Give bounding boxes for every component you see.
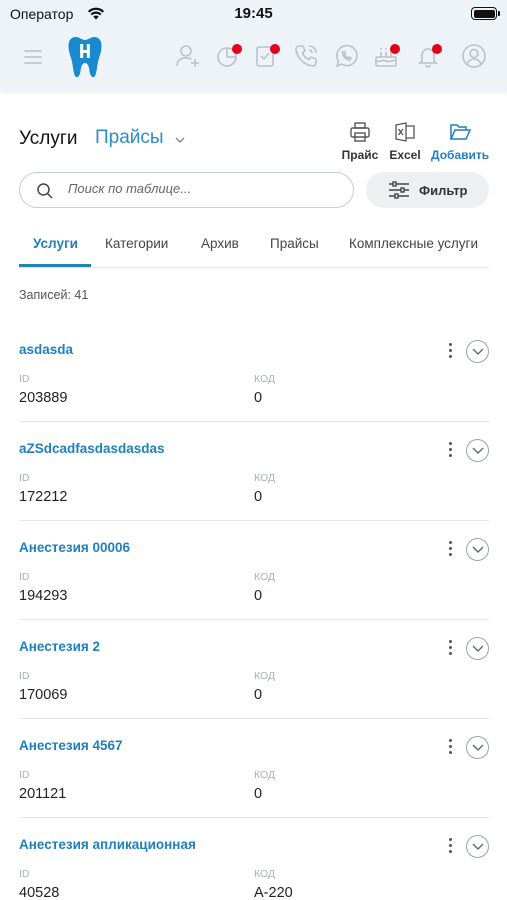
more-vertical-icon[interactable] <box>445 640 455 658</box>
tab-complex-services[interactable]: Комплексные услуги <box>349 236 478 251</box>
id-value: 194293 <box>19 588 68 604</box>
active-tab-indicator <box>19 264 91 267</box>
tab-services[interactable]: Услуги <box>33 236 78 251</box>
printer-icon <box>341 120 379 144</box>
list-item: Анестезия 4567 ID 201121 КОД 0 <box>19 719 489 818</box>
code-label: КОД <box>254 670 276 682</box>
tab-archive[interactable]: Архив <box>201 236 239 251</box>
tab-categories[interactable]: Категории <box>105 236 168 251</box>
id-label: ID <box>19 769 30 781</box>
more-vertical-icon[interactable] <box>445 541 455 559</box>
add-user-icon[interactable] <box>174 42 202 70</box>
expand-chevron-icon[interactable] <box>466 538 489 561</box>
add-label: Добавить <box>431 148 490 162</box>
expand-chevron-icon[interactable] <box>466 736 489 759</box>
service-name-link[interactable]: Анестезия 2 <box>19 639 100 654</box>
add-button[interactable]: Добавить <box>431 120 489 162</box>
code-label: КОД <box>254 868 276 880</box>
records-count: Записей: 41 <box>19 288 89 302</box>
id-label: ID <box>19 373 30 385</box>
code-value: 0 <box>254 489 263 505</box>
id-label: ID <box>19 571 30 583</box>
folder-open-icon <box>431 120 489 144</box>
expand-chevron-icon[interactable] <box>466 835 489 858</box>
tab-bar: Услуги Категории Архив Прайсы Комплексны… <box>19 228 489 268</box>
service-list: asdasda ID 203889 КОД 0 aZSdcadfasdasdas… <box>19 323 489 900</box>
tab-prices[interactable]: Прайсы <box>270 236 319 251</box>
excel-icon <box>388 120 422 144</box>
list-item: Анестезия 00006 ID 194293 КОД 0 <box>19 521 489 620</box>
tooth-logo[interactable] <box>68 36 102 83</box>
more-vertical-icon[interactable] <box>445 739 455 757</box>
notification-dot <box>390 44 400 54</box>
excel-button[interactable]: Excel <box>388 120 422 162</box>
list-item: Анестезия апликационная ID 40528 КОД A-2… <box>19 818 489 900</box>
list-item: asdasda ID 203889 КОД 0 <box>19 323 489 422</box>
id-label: ID <box>19 472 30 484</box>
more-vertical-icon[interactable] <box>445 442 455 460</box>
service-name-link[interactable]: Анестезия апликационная <box>19 837 196 852</box>
phone-icon[interactable] <box>292 42 320 70</box>
service-name-link[interactable]: Анестезия 4567 <box>19 738 123 753</box>
filter-button[interactable]: Фильтр <box>366 172 489 208</box>
price-list-selector[interactable]: Прайсы <box>95 127 185 149</box>
filter-sliders-icon <box>388 181 410 204</box>
expand-chevron-icon[interactable] <box>466 340 489 363</box>
code-label: КОД <box>254 373 276 385</box>
search-icon <box>36 182 54 205</box>
birthday-icon[interactable] <box>372 42 400 70</box>
search-input[interactable] <box>68 181 338 196</box>
notification-dot <box>432 44 442 54</box>
page-title: Услуги <box>19 128 78 149</box>
code-value: 0 <box>254 687 263 703</box>
service-name-link[interactable]: Анестезия 00006 <box>19 540 130 555</box>
more-vertical-icon[interactable] <box>445 343 455 361</box>
id-label: ID <box>19 670 30 682</box>
service-name-link[interactable]: aZSdcadfasdasdasdas <box>19 441 165 456</box>
stats-icon[interactable] <box>214 42 242 70</box>
filter-label: Фильтр <box>419 183 468 198</box>
id-value: 170069 <box>19 687 68 703</box>
expand-chevron-icon[interactable] <box>466 439 489 462</box>
whatsapp-icon[interactable] <box>332 42 360 70</box>
print-price-label: Прайс <box>341 148 379 162</box>
status-bar: Оператор 19:45 <box>0 0 507 28</box>
code-label: КОД <box>254 571 276 583</box>
list-item: aZSdcadfasdasdasdas ID 172212 КОД 0 <box>19 422 489 521</box>
battery-icon <box>471 7 500 20</box>
id-value: 172212 <box>19 489 68 505</box>
more-vertical-icon[interactable] <box>445 838 455 856</box>
code-label: КОД <box>254 472 276 484</box>
page-head: Услуги Прайсы Прайс Excel Добавить <box>19 120 489 170</box>
app-header <box>0 28 507 92</box>
tasks-icon[interactable] <box>252 42 280 70</box>
notification-dot <box>232 44 242 54</box>
code-label: КОД <box>254 769 276 781</box>
id-value: 203889 <box>19 390 68 406</box>
menu-icon[interactable] <box>24 50 42 64</box>
bell-icon[interactable] <box>414 42 442 70</box>
list-item: Анестезия 2 ID 170069 КОД 0 <box>19 620 489 719</box>
status-time: 19:45 <box>234 5 273 22</box>
code-value: 0 <box>254 786 263 802</box>
print-price-button[interactable]: Прайс <box>341 120 379 162</box>
price-list-label: Прайсы <box>95 127 164 149</box>
notification-dot <box>270 44 280 54</box>
code-value: 0 <box>254 588 263 604</box>
id-label: ID <box>19 868 30 880</box>
id-value: 40528 <box>19 885 60 900</box>
profile-icon[interactable] <box>460 42 488 70</box>
chevron-down-icon <box>175 127 185 149</box>
service-name-link[interactable]: asdasda <box>19 342 73 357</box>
excel-label: Excel <box>389 148 421 162</box>
id-value: 201121 <box>19 786 67 802</box>
code-value: 0 <box>254 390 263 406</box>
search-box <box>19 172 354 208</box>
code-value: A-220 <box>254 885 293 900</box>
expand-chevron-icon[interactable] <box>466 637 489 660</box>
